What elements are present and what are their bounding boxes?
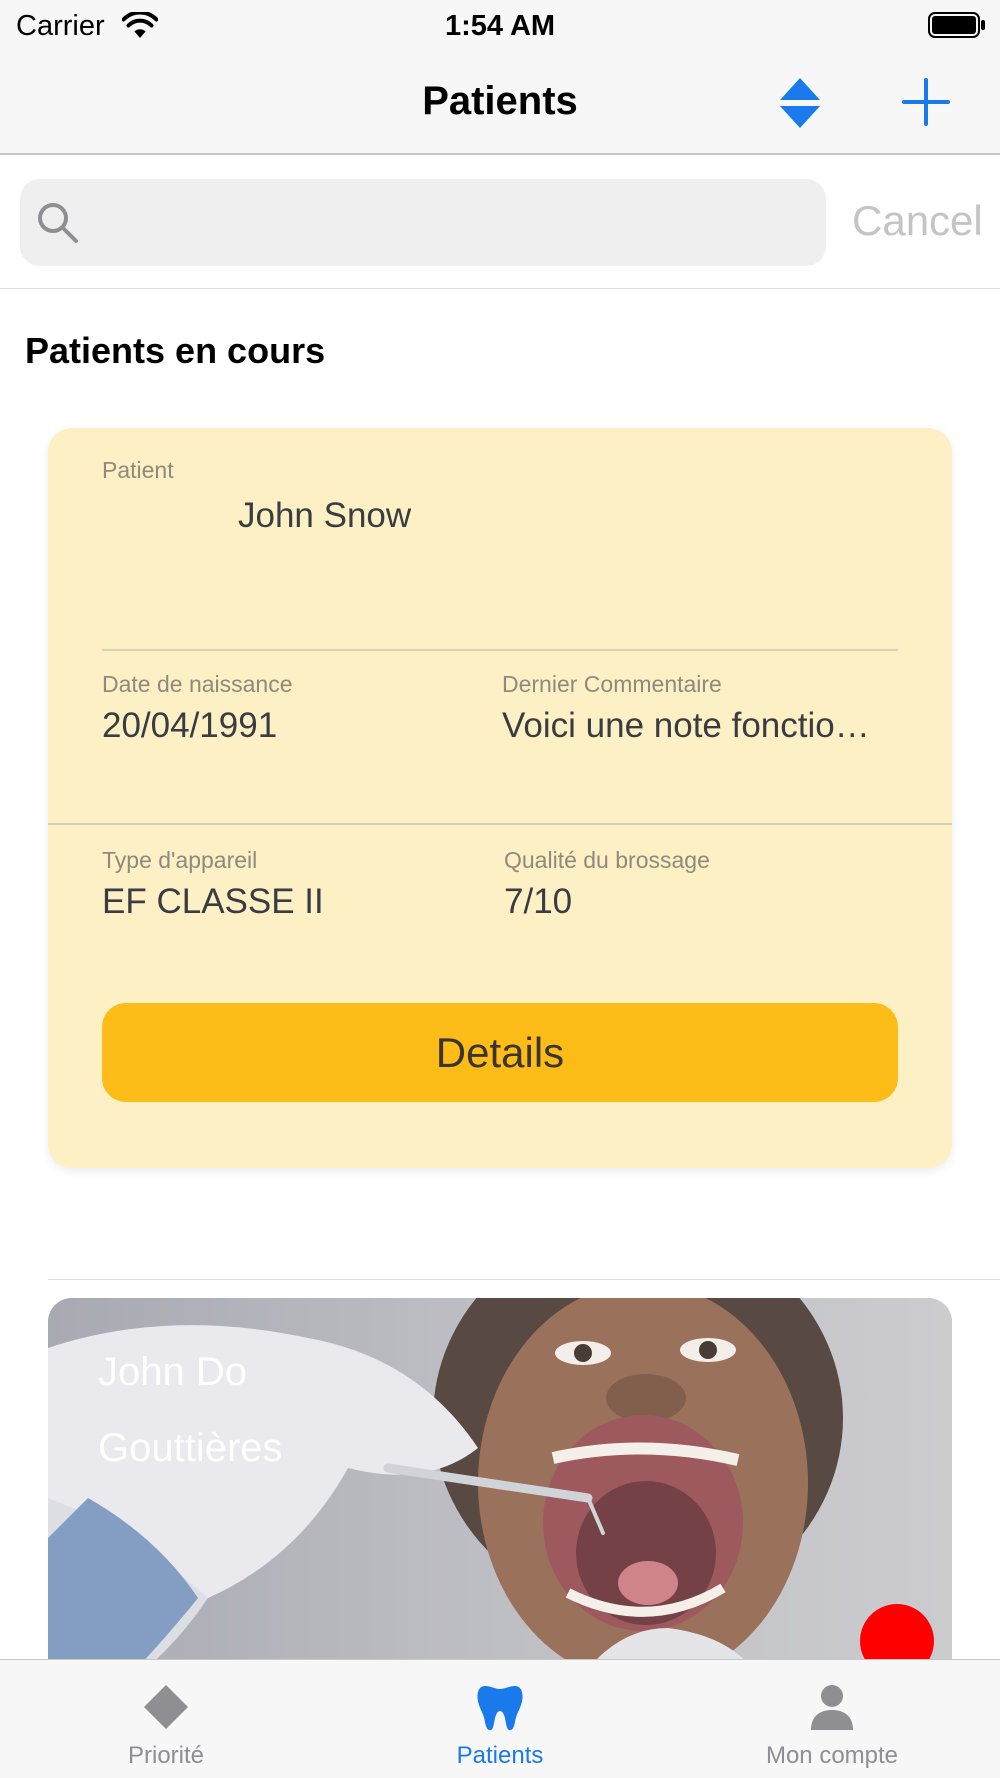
person-icon <box>811 1685 853 1730</box>
search-bar: Cancel <box>0 157 1000 289</box>
patient-card[interactable]: John Do Gouttières <box>48 1298 952 1698</box>
tab-bar: Priorité Patients Mon compte <box>0 1659 1000 1778</box>
details-button[interactable]: Details <box>102 1003 898 1102</box>
sort-button[interactable] <box>776 74 824 132</box>
tab-label: Patients <box>456 1742 544 1769</box>
patient-label: Patient <box>102 457 174 483</box>
card-divider <box>102 649 898 651</box>
dob-label: Date de naissance <box>102 671 293 697</box>
status-bar: Carrier 1:54 AM <box>0 0 1000 52</box>
tab-patients[interactable]: Patients <box>375 1660 625 1778</box>
clock: 1:54 AM <box>444 10 556 42</box>
tab-mon-compte[interactable]: Mon compte <box>707 1660 957 1778</box>
search-field[interactable] <box>20 179 826 266</box>
search-icon <box>38 203 78 243</box>
diamond-icon <box>144 1685 188 1729</box>
card-divider <box>48 823 952 825</box>
brushing-label: Qualité du brossage <box>504 847 710 873</box>
add-patient-button[interactable] <box>900 76 952 128</box>
tab-label: Priorité <box>127 1742 205 1769</box>
search-input[interactable] <box>94 179 814 266</box>
dob-value: 20/04/1991 <box>102 706 278 745</box>
cancel-button[interactable]: Cancel <box>852 197 983 245</box>
device-label: Type d'appareil <box>102 847 258 873</box>
current-patient-card: Patient John Snow Date de naissance 20/0… <box>48 428 952 1168</box>
brushing-value: 7/10 <box>504 882 573 921</box>
battery-icon <box>928 12 985 38</box>
comment-label: Dernier Commentaire <box>502 671 722 697</box>
page-title: Patients <box>422 79 578 123</box>
patient-name: John Do <box>98 1350 247 1394</box>
navigation-bar: Patients <box>0 52 1000 155</box>
device-value: EF CLASSE II <box>102 882 324 921</box>
tooth-icon <box>477 1686 523 1731</box>
device-type: Gouttières <box>98 1426 283 1470</box>
comment-value: Voici une note fonctio… <box>502 706 870 745</box>
tab-label: Mon compte <box>765 1742 899 1769</box>
patient-name: John Snow <box>238 496 412 535</box>
app-screen: Carrier 1:54 AM Patients Cancel Patients… <box>0 0 1000 1778</box>
section-title: Patients en cours <box>25 330 326 371</box>
list-divider <box>48 1279 1000 1280</box>
tab-priorite[interactable]: Priorité <box>41 1660 291 1778</box>
